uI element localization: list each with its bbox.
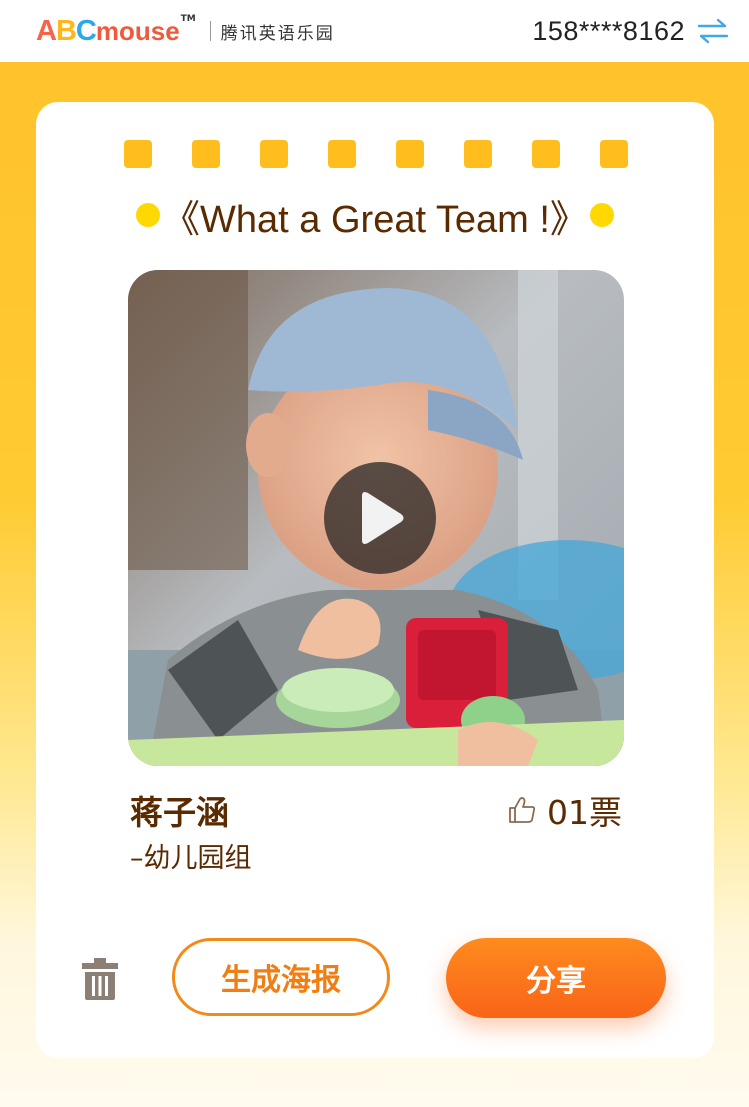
vote-count: 01票 xyxy=(547,793,622,832)
swap-arrows-icon[interactable] xyxy=(697,18,729,44)
logo-trademark: TM xyxy=(180,14,196,24)
logo-word: mouse xyxy=(95,15,180,46)
account-phone: 158****8162 xyxy=(532,15,685,46)
film-hole xyxy=(464,140,492,168)
trash-icon[interactable] xyxy=(82,958,118,1000)
title-dot-right xyxy=(589,203,614,227)
thumbs-up-icon[interactable] xyxy=(507,795,537,825)
logo-divider xyxy=(209,21,211,41)
film-hole xyxy=(396,140,424,168)
entry-card: 《What a Great Team !》 蒋子涵 –幼儿园组 01票 生成海报… xyxy=(36,102,714,1058)
video-thumbnail[interactable] xyxy=(128,270,624,766)
logo-wordmark: ABCmouse xyxy=(36,15,180,48)
play-button[interactable] xyxy=(324,462,436,574)
film-strip-decoration xyxy=(124,140,630,168)
play-icon xyxy=(362,492,404,544)
film-hole xyxy=(124,140,152,168)
entry-title: 《What a Great Team !》 xyxy=(162,198,588,241)
logo-letter-c: C xyxy=(75,14,97,47)
film-hole xyxy=(600,140,628,168)
abcmouse-logo: ABCmouse TM 腾讯英语乐园 xyxy=(36,14,335,48)
share-button[interactable]: 分享 xyxy=(446,938,666,1018)
film-hole xyxy=(328,140,356,168)
vote-control[interactable]: 01票 xyxy=(507,786,622,834)
generate-poster-button[interactable]: 生成海报 xyxy=(172,938,390,1016)
title-row: 《What a Great Team !》 xyxy=(36,190,714,241)
logo-letter-a: A xyxy=(36,14,57,47)
logo-letter-b: B xyxy=(55,14,77,47)
student-group: –幼儿园组 xyxy=(130,843,252,874)
film-hole xyxy=(260,140,288,168)
title-dot-left xyxy=(136,203,161,227)
top-bar: ABCmouse TM 腾讯英语乐园 158****8162 xyxy=(0,0,749,62)
logo-subtitle: 腾讯英语乐园 xyxy=(220,23,335,44)
account-switcher[interactable]: 158****8162 xyxy=(532,16,729,47)
student-name: 蒋子涵 xyxy=(130,793,229,832)
film-hole xyxy=(192,140,220,168)
film-hole xyxy=(532,140,560,168)
